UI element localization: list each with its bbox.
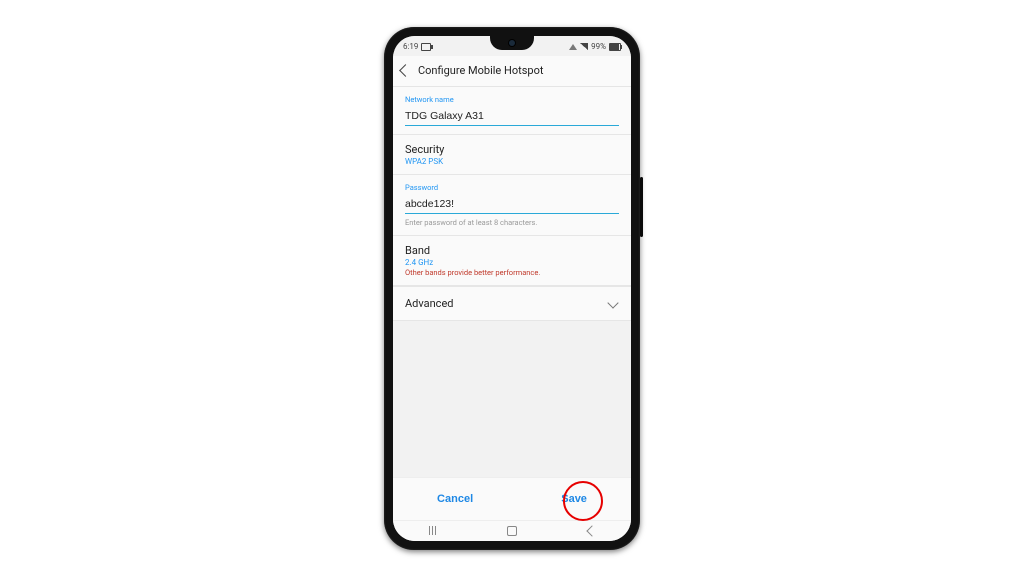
band-row[interactable]: Band 2.4 GHz Other bands provide better … <box>393 236 631 286</box>
network-name-row[interactable]: Network name <box>393 87 631 135</box>
page-title: Configure Mobile Hotspot <box>418 64 543 77</box>
home-icon[interactable] <box>507 526 517 536</box>
password-input[interactable] <box>405 196 619 214</box>
signal-icon <box>580 43 588 50</box>
advanced-row[interactable]: Advanced <box>393 286 631 321</box>
password-row[interactable]: Password Enter password of at least 8 ch… <box>393 175 631 236</box>
stage: 6:19 99% Configure Mobile Hotspot <box>0 0 1024 576</box>
network-name-input[interactable] <box>405 108 619 126</box>
security-label: Security <box>405 143 619 156</box>
action-bar: Cancel Save <box>393 477 631 520</box>
security-value: WPA2 PSK <box>405 157 619 166</box>
security-row[interactable]: Security WPA2 PSK <box>393 135 631 175</box>
app-header: Configure Mobile Hotspot <box>393 56 631 87</box>
content-area: Network name Security WPA2 PSK Password … <box>393 87 631 541</box>
status-time: 6:19 <box>403 42 418 51</box>
back-nav-icon[interactable] <box>586 525 597 536</box>
status-battery-text: 99% <box>591 42 606 51</box>
password-label: Password <box>405 183 619 192</box>
band-value: 2.4 GHz <box>405 258 619 267</box>
android-nav-bar <box>393 520 631 541</box>
advanced-label: Advanced <box>405 297 453 310</box>
network-name-label: Network name <box>405 95 619 104</box>
save-button[interactable]: Save <box>547 487 601 511</box>
recents-icon[interactable] <box>429 526 436 535</box>
password-helper: Enter password of at least 8 characters. <box>405 218 619 227</box>
cancel-button[interactable]: Cancel <box>423 487 487 511</box>
battery-icon <box>609 43 621 51</box>
camera-icon <box>421 43 431 51</box>
phone-notch <box>490 36 534 50</box>
wifi-icon <box>569 44 577 50</box>
phone-screen: 6:19 99% Configure Mobile Hotspot <box>393 36 631 541</box>
band-label: Band <box>405 244 619 257</box>
phone-frame: 6:19 99% Configure Mobile Hotspot <box>384 27 640 550</box>
band-warning: Other bands provide better performance. <box>405 268 619 277</box>
chevron-down-icon <box>607 297 618 308</box>
content-spacer <box>393 321 631 477</box>
back-icon[interactable] <box>399 64 412 77</box>
